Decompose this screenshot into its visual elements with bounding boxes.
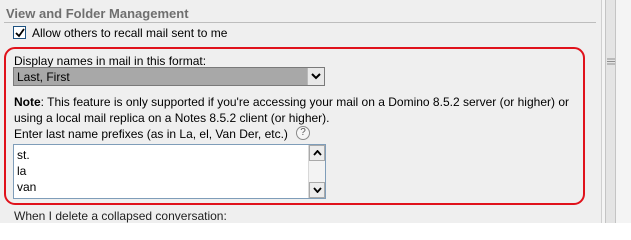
recall-checkbox[interactable] bbox=[13, 26, 26, 39]
collapsed-conversation-label: When I delete a collapsed conversation: bbox=[14, 209, 227, 223]
grip-icon bbox=[607, 58, 615, 65]
section-header: View and Folder Management bbox=[4, 5, 598, 23]
name-format-label: Display names in mail in this format: bbox=[14, 54, 207, 68]
list-item[interactable]: la bbox=[17, 164, 26, 178]
note-body: : This feature is only supported if you'… bbox=[14, 95, 569, 125]
scroll-down-button[interactable] bbox=[309, 182, 325, 198]
note-prefix: Note bbox=[14, 95, 41, 109]
section-title: View and Folder Management bbox=[6, 6, 189, 21]
chevron-down-icon bbox=[311, 73, 321, 80]
scroll-thumb[interactable] bbox=[605, 0, 616, 223]
prefix-label: Enter last name prefixes (as in La, el, … bbox=[14, 127, 288, 141]
list-item[interactable]: st. bbox=[17, 148, 30, 162]
list-item[interactable]: van bbox=[17, 180, 36, 194]
arrow-up-icon bbox=[313, 150, 322, 156]
dropdown-button[interactable] bbox=[307, 68, 324, 85]
note-text: Note: This feature is only supported if … bbox=[14, 94, 589, 126]
recall-label: Allow others to recall mail sent to me bbox=[32, 26, 228, 40]
prefix-list[interactable]: st. la van bbox=[13, 144, 326, 199]
help-icon[interactable]: ? bbox=[296, 126, 310, 140]
name-format-dropdown[interactable]: Last, First bbox=[13, 67, 325, 86]
page-scrollbar[interactable] bbox=[601, 0, 631, 223]
arrow-down-icon bbox=[313, 187, 322, 193]
settings-panel: View and Folder Management Allow others … bbox=[0, 0, 601, 223]
name-format-value: Last, First bbox=[17, 70, 70, 84]
header-divider bbox=[4, 22, 596, 23]
scroll-up-button[interactable] bbox=[309, 145, 325, 161]
check-icon bbox=[15, 28, 25, 38]
list-scrollbar[interactable] bbox=[308, 145, 325, 198]
